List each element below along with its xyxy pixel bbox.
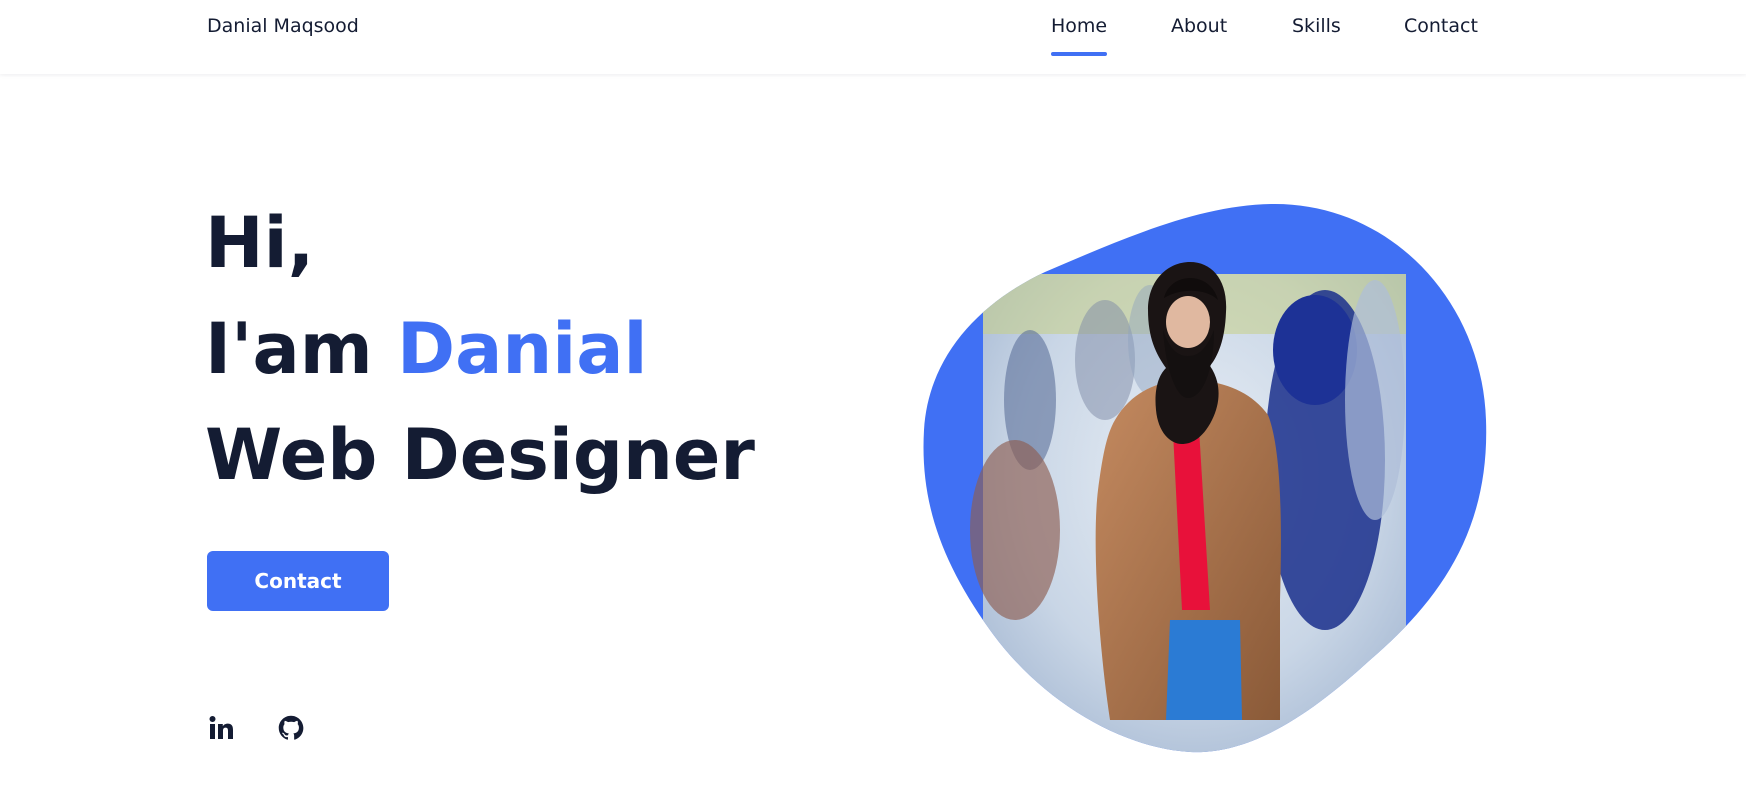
hero-name-line: I'am Danial — [205, 296, 755, 402]
nav-contact[interactable]: Contact — [1404, 15, 1478, 37]
github-link[interactable] — [277, 714, 305, 742]
social-links — [207, 714, 305, 742]
contact-button[interactable]: Contact — [207, 551, 389, 611]
nav-home[interactable]: Home — [1051, 15, 1108, 56]
hero-intro-prefix: I'am — [205, 308, 398, 390]
main-nav: Home About Skills Contact — [0, 15, 1746, 74]
hero-image-blob — [920, 200, 1490, 760]
linkedin-icon — [209, 716, 233, 739]
hero-intro: Hi, I'am Danial Web Designer — [205, 190, 755, 508]
profile-photo — [970, 262, 1406, 753]
nav-about[interactable]: About — [1171, 15, 1227, 37]
linkedin-link[interactable] — [207, 714, 235, 742]
github-icon — [278, 715, 304, 740]
nav-contact-label: Contact — [1404, 15, 1478, 37]
active-nav-indicator — [1051, 52, 1108, 56]
site-header: Danial Maqsood Home About Skills Contact — [0, 0, 1746, 74]
hero-greeting: Hi, — [205, 202, 315, 284]
nav-home-label: Home — [1051, 15, 1108, 37]
hero-name: Danial — [397, 308, 648, 390]
hero-role: Web Designer — [205, 414, 755, 496]
nav-skills-label: Skills — [1292, 15, 1341, 37]
nav-skills[interactable]: Skills — [1292, 15, 1341, 37]
nav-about-label: About — [1171, 15, 1228, 37]
